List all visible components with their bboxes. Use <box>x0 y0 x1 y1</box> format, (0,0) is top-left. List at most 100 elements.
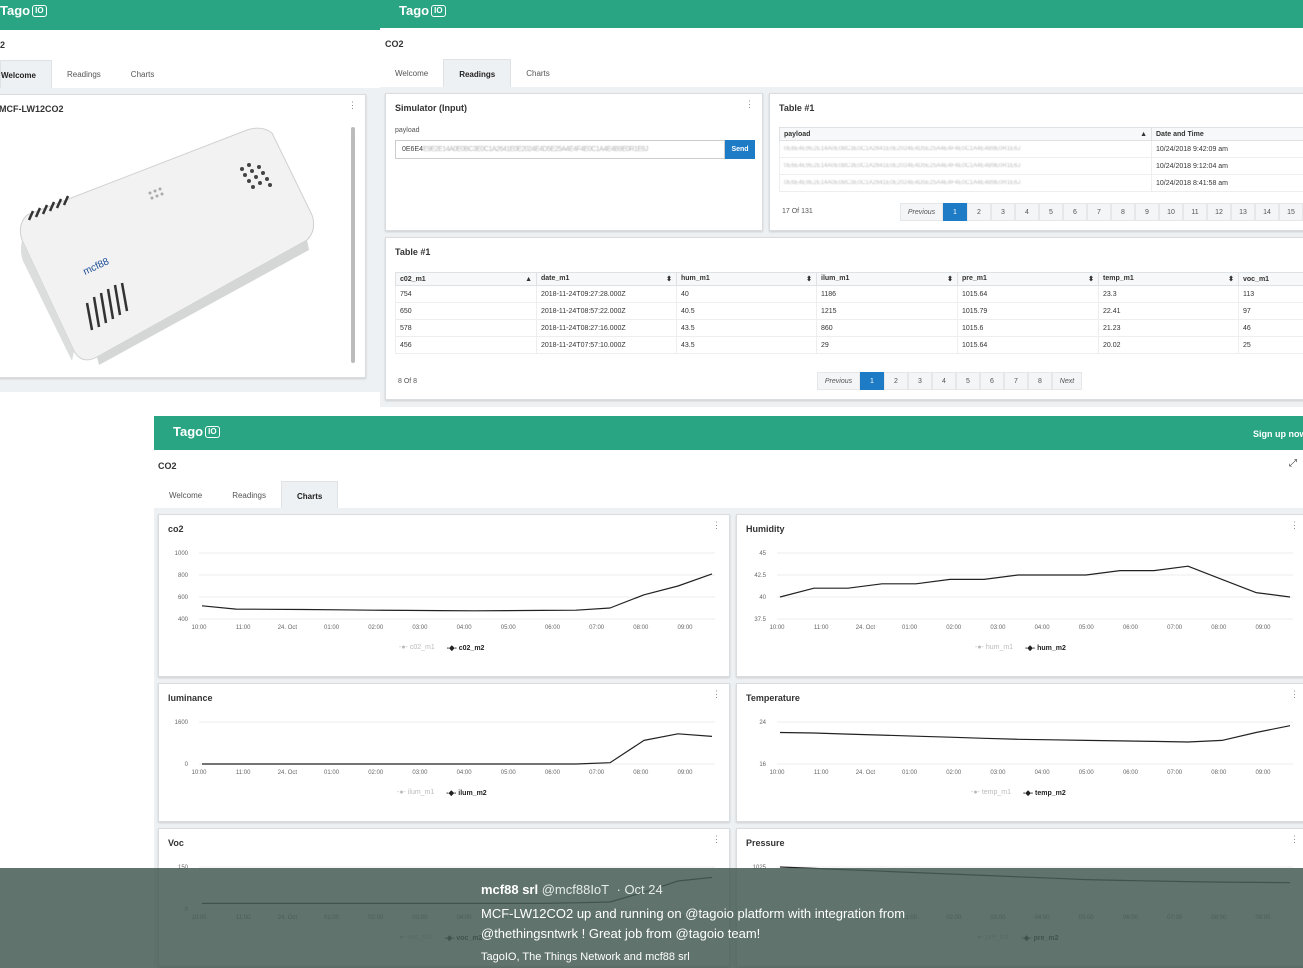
page-button[interactable]: 3 <box>991 203 1015 221</box>
previous-button[interactable]: Previous <box>900 203 943 221</box>
page-button[interactable]: 9 <box>1135 203 1159 221</box>
tab-readings[interactable]: Readings <box>52 60 116 88</box>
page-button[interactable]: 7 <box>1004 372 1028 390</box>
page-button[interactable]: 3 <box>908 372 932 390</box>
legend-label: temp_m2 <box>1035 790 1066 797</box>
table-title: Table #1 <box>395 247 431 257</box>
scrollbar[interactable] <box>351 127 355 363</box>
col-c02[interactable]: c02_m1 ▲ <box>395 272 537 286</box>
page-button[interactable]: 1 <box>943 203 967 221</box>
col-datetime[interactable]: Date and Time <box>1151 127 1303 141</box>
cell: 40.5 <box>676 302 817 320</box>
page-button[interactable]: 2 <box>967 203 991 221</box>
cell: 2018-11-24T08:57:22.000Z <box>536 302 677 320</box>
tweet-author[interactable]: mcf88 srl @mcf88IoT · Oct 24 <box>481 882 663 897</box>
tweet-name[interactable]: mcf88 srl <box>481 882 538 897</box>
tab-charts[interactable]: Charts <box>511 59 565 87</box>
page-button[interactable]: 4 <box>1015 203 1039 221</box>
legend-item[interactable]: -◆- ilum_m2 <box>446 789 486 797</box>
tweet-date[interactable]: · Oct 24 <box>617 882 663 897</box>
tab-readings[interactable]: Readings <box>217 481 281 509</box>
table-count: 8 Of 8 <box>398 378 418 385</box>
page-button[interactable]: 4 <box>932 372 956 390</box>
page-button[interactable]: 7 <box>1087 203 1111 221</box>
sort-up-icon: ▲ <box>1140 130 1147 138</box>
x-tick-label: 03:00 <box>412 770 428 776</box>
x-tick-label: 08:00 <box>1211 625 1227 631</box>
tago-logo[interactable]: Tago IO <box>399 3 446 18</box>
tweet-tagged[interactable]: TagoIO, The Things Network and mcf88 srl <box>481 951 690 963</box>
tago-logo[interactable]: Tago IO <box>0 3 47 18</box>
col-date[interactable]: date_m1 ⬍ <box>536 272 677 286</box>
col-voc[interactable]: voc_m1 <box>1238 272 1303 286</box>
x-tick-label: 06:00 <box>545 625 561 631</box>
legend-item[interactable]: -●- temp_m1 <box>971 789 1011 797</box>
page-button[interactable]: 8 <box>1028 372 1052 390</box>
tab-welcome[interactable]: Welcome <box>380 59 443 87</box>
series-line-hum_m2[interactable] <box>779 565 1291 598</box>
tago-logo[interactable]: Tago IO <box>173 424 220 439</box>
tab-welcome[interactable]: Welcome <box>154 481 217 509</box>
x-tick-label: 01:00 <box>902 625 918 631</box>
col-ilum[interactable]: ilum_m1 ⬍ <box>816 272 958 286</box>
page-button[interactable]: 14 <box>1255 203 1279 221</box>
more-icon[interactable]: ⋮ <box>745 100 754 109</box>
page-button[interactable]: 11 <box>1183 203 1207 221</box>
legend-item[interactable]: -◆- c02_m2 <box>447 644 485 652</box>
y-tick-label: 1000 <box>175 551 189 557</box>
fullscreen-icon[interactable]: ⤢ <box>1289 458 1297 469</box>
table-header-row: payload ▲ Date and Time <box>779 127 1303 141</box>
page-button[interactable]: 12 <box>1207 203 1231 221</box>
legend-item[interactable]: -◆- hum_m2 <box>1025 644 1066 652</box>
signup-link[interactable]: Sign up now <box>1253 429 1303 439</box>
page-button[interactable]: 15 <box>1279 203 1303 221</box>
page-button[interactable]: 5 <box>956 372 980 390</box>
tweet-handle[interactable]: @mcf88IoT <box>542 882 609 897</box>
payload-cell: 0E6E4E9E2E14A0E0BC3E0C1A2641E0E2024E4D5E… <box>779 140 1152 158</box>
y-tick-label: 600 <box>178 595 189 601</box>
col-pre[interactable]: pre_m1 ⬍ <box>957 272 1099 286</box>
payload-input[interactable]: 0E6E4E9E2E14A0E0BC3E0C1A2641E0E2024E4D5E… <box>395 140 725 159</box>
page-button[interactable]: 10 <box>1159 203 1183 221</box>
table-row: 0E6E4E9E2E14A0E0BC3E0C1A2641E0E2024E4D5E… <box>779 174 1303 192</box>
page-button[interactable]: 1 <box>860 372 884 390</box>
tab-charts[interactable]: Charts <box>116 60 170 88</box>
col-label: payload <box>784 130 811 138</box>
next-button[interactable]: Next <box>1052 372 1082 390</box>
series-line-temp_m2[interactable] <box>779 725 1291 743</box>
x-tick-label: 05:00 <box>1079 625 1095 631</box>
pagination: Previous 1 2 3 4 5 6 7 8 Next <box>817 372 1082 390</box>
series-line-ilum_m2[interactable] <box>202 733 713 765</box>
more-icon[interactable]: ⋮ <box>348 101 357 110</box>
page-button[interactable]: 2 <box>884 372 908 390</box>
page-button[interactable]: 5 <box>1039 203 1063 221</box>
page-button[interactable]: 6 <box>980 372 1004 390</box>
legend-item[interactable]: -●- ilum_m1 <box>397 789 434 797</box>
col-temp[interactable]: temp_m1 ⬍ <box>1098 272 1239 286</box>
tweet-text-line1: MCF-LW12CO2 up and running on @tagoio pl… <box>481 906 906 921</box>
tab-charts[interactable]: Charts <box>281 481 339 509</box>
tab-readings[interactable]: Readings <box>443 59 512 87</box>
send-button[interactable]: Send <box>725 140 755 159</box>
legend-item[interactable]: -●- hum_m1 <box>975 644 1013 652</box>
col-payload[interactable]: payload ▲ <box>779 127 1152 141</box>
datetime-cell: 10/24/2018 9:12:04 am <box>1151 157 1303 175</box>
series-line-c02_m2[interactable] <box>201 573 713 612</box>
page-button[interactable]: 13 <box>1231 203 1255 221</box>
cell: 23.3 <box>1098 285 1239 303</box>
legend-item[interactable]: -◆- temp_m2 <box>1023 789 1066 797</box>
cell: 113 <box>1238 285 1303 303</box>
page-button[interactable]: 8 <box>1111 203 1135 221</box>
tab-welcome[interactable]: Welcome <box>0 60 52 88</box>
col-hum[interactable]: hum_m1 ⬍ <box>676 272 817 286</box>
legend-item[interactable]: -●- c02_m1 <box>399 644 435 652</box>
page-button[interactable]: 6 <box>1063 203 1087 221</box>
x-tick-label: 09:00 <box>677 625 693 631</box>
sort-icon: ⬍ <box>1228 276 1234 283</box>
x-tick-label: 10:00 <box>191 770 207 776</box>
payload-blur: E9E2E14A0E0BC3E0C1A2641E0E2024E4D5E25A4E… <box>423 146 648 153</box>
sort-icon: ⬍ <box>806 276 812 283</box>
cell: 456 <box>395 336 537 354</box>
legend-label: c02_m1 <box>409 644 435 651</box>
previous-button[interactable]: Previous <box>817 372 860 390</box>
